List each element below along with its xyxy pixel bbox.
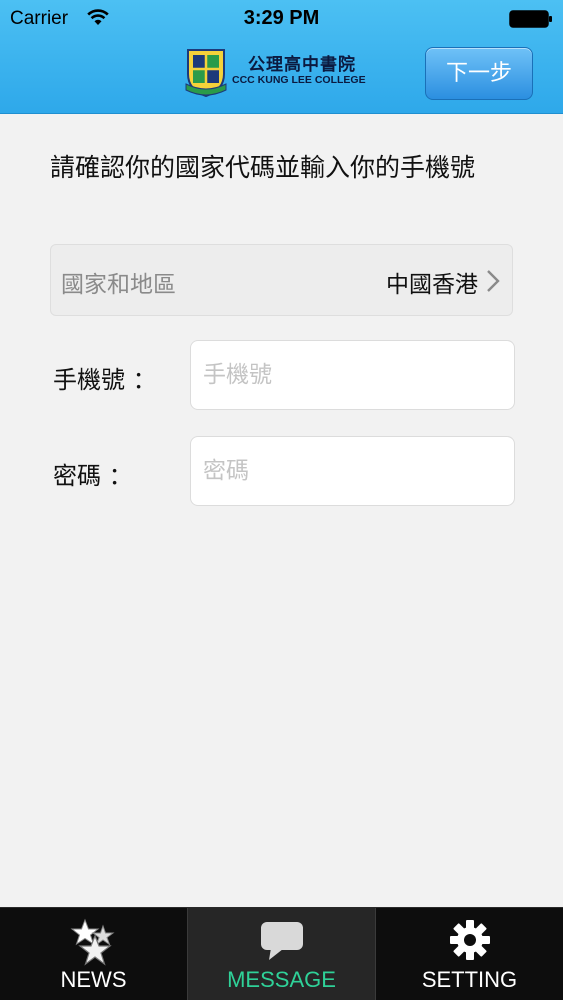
school-name-en: CCC KUNG LEE COLLEGE [232,74,366,86]
tab-bar: NEWS MESSAGE SETTING [0,907,563,1000]
gear-icon [449,920,490,960]
next-step-button[interactable]: 下一步 [425,47,533,100]
school-logo: 公理高中書院 CCC KUNG LEE COLLEGE [184,44,380,98]
status-time: 3:29 PM [243,7,320,29]
tab-news[interactable]: NEWS [0,908,187,1000]
tab-setting[interactable]: SETTING [376,908,563,1000]
tab-news-label: NEWS [60,967,127,992]
country-region-selector[interactable]: 國家和地區 中國香港 [50,244,513,316]
school-name-zh: 公理高中書院 [248,55,356,75]
region-value: 中國香港 [386,272,478,298]
school-crest-icon [185,49,227,98]
stars-icon [70,918,114,966]
password-input[interactable] [190,436,515,506]
login-screen: Carrier 3:29 PM 公理高中書院 CCC KUNG LEE COLL… [0,0,563,1000]
chevron-right-icon [487,270,500,292]
phone-input[interactable] [190,340,515,410]
battery-icon [509,10,552,28]
tab-message[interactable]: MESSAGE [187,908,376,1000]
header: Carrier 3:29 PM 公理高中書院 CCC KUNG LEE COLL… [0,0,563,114]
instruction-text: 請確認你的國家代碼並輸入你的手機號 [50,153,476,182]
tab-message-label: MESSAGE [227,967,336,992]
password-label: 密碼 ： [53,462,133,490]
phone-label: 手機號 ： [53,366,157,394]
status-bar: Carrier 3:29 PM [0,0,563,38]
region-label: 國家和地區 [61,272,176,298]
speech-bubble-icon [260,922,303,960]
tab-setting-label: SETTING [421,967,518,992]
